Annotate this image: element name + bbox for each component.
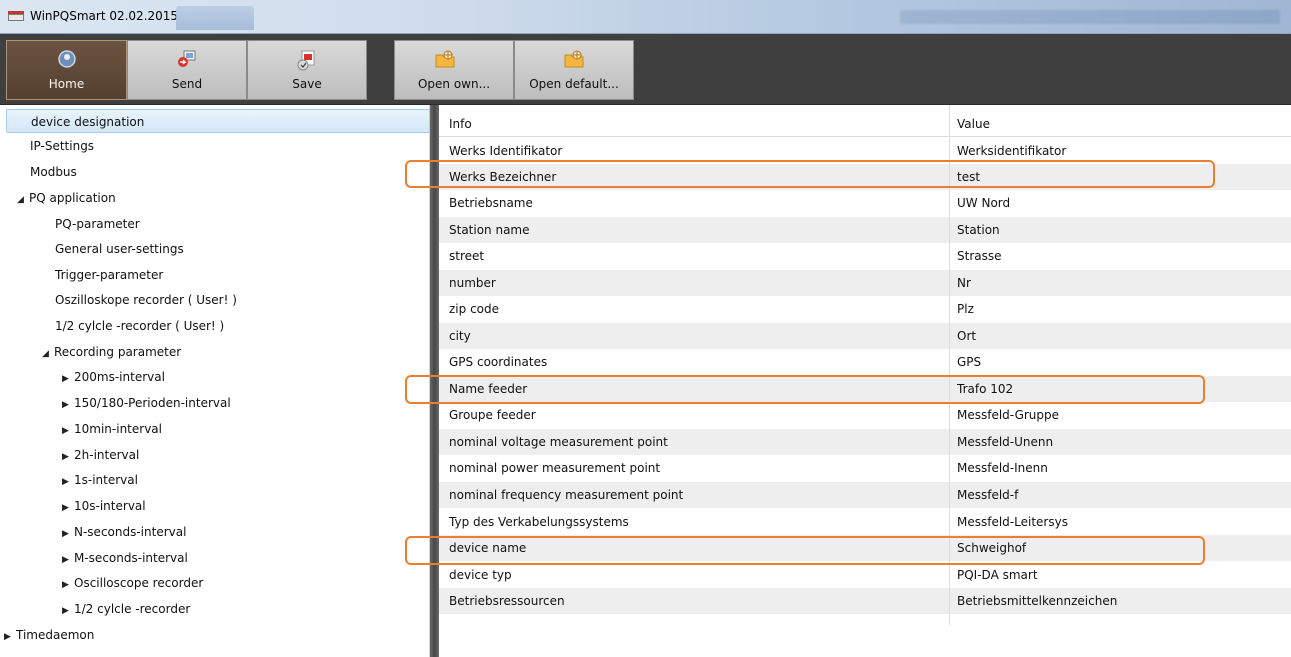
table-row[interactable]: Betriebsressourcen Betriebsmittelkennzeic… — [439, 588, 1291, 614]
collapsed-arrow-icon[interactable]: ▶ — [62, 522, 74, 546]
collapsed-arrow-icon[interactable]: ▶ — [62, 496, 74, 520]
tree-item-device-designation[interactable]: device designation — [6, 109, 430, 133]
collapsed-arrow-icon[interactable]: ▶ — [62, 599, 74, 623]
table-row[interactable]: zip code Plz — [439, 296, 1291, 322]
collapsed-arrow-icon[interactable]: ▶ — [62, 548, 74, 572]
info-grid: Info Value Werks Identifikator Werksident… — [439, 105, 1291, 657]
open-folder-icon — [434, 49, 456, 72]
tree-item-2h-interval[interactable]: ▶ 2h-interval — [62, 443, 139, 467]
collapsed-arrow-icon[interactable]: ▶ — [62, 470, 74, 494]
title-tab[interactable] — [176, 6, 254, 30]
send-icon — [176, 49, 198, 72]
save-button[interactable]: Save — [247, 40, 367, 100]
collapsed-arrow-icon[interactable]: ▶ — [62, 393, 74, 417]
tree-item-10min-interval[interactable]: ▶ 10min-interval — [62, 417, 162, 441]
tree-item-general-user-settings[interactable]: General user-settings — [55, 237, 184, 261]
table-row[interactable]: street Strasse — [439, 243, 1291, 269]
table-row[interactable]: Werks Identifikator Werksidentifikator — [439, 138, 1291, 164]
tree-item-trigger-parameter[interactable]: Trigger-parameter — [55, 263, 163, 287]
tree-item-half-cycle-recorder-user[interactable]: 1/2 cylcle -recorder ( User! ) — [55, 314, 224, 338]
collapsed-arrow-icon[interactable]: ▶ — [62, 445, 74, 469]
tree-item-recording-parameter[interactable]: ◢ Recording parameter — [42, 340, 181, 364]
send-button[interactable]: Send — [127, 40, 247, 100]
title-bar: WinPQSmart 02.02.2015 — [0, 0, 1291, 34]
column-header-info[interactable]: Info — [449, 111, 472, 137]
tree-item-half-cycle-recorder[interactable]: ▶ 1/2 cylcle -recorder — [62, 597, 190, 621]
tree-item-timedaemon[interactable]: ▶ Timedaemon — [4, 623, 94, 647]
table-row[interactable]: number Nr — [439, 270, 1291, 296]
table-row[interactable]: nominal power measurement point Messfeld-… — [439, 455, 1291, 481]
tree-item-150-180-interval[interactable]: ▶ 150/180-Perioden-interval — [62, 391, 231, 415]
tree-item-m-seconds-interval[interactable]: ▶ M-seconds-interval — [62, 546, 188, 570]
tree-item-modbus[interactable]: Modbus — [30, 160, 77, 184]
table-row[interactable]: device typ PQI-DA smart — [439, 562, 1291, 588]
table-row[interactable]: Typ des Verkabelungssystems Messfeld-Leit… — [439, 509, 1291, 535]
home-button[interactable]: Home — [6, 40, 127, 100]
home-icon — [57, 49, 77, 72]
collapsed-arrow-icon[interactable]: ▶ — [4, 625, 16, 649]
table-row[interactable]: GPS coordinates GPS — [439, 349, 1291, 375]
open-folder-icon — [563, 49, 585, 72]
column-header-value[interactable]: Value — [957, 111, 990, 137]
tree-item-pq-application[interactable]: ◢ PQ application — [17, 186, 116, 210]
table-row[interactable]: Betriebsname UW Nord — [439, 190, 1291, 216]
grid-header: Info Value — [439, 111, 1291, 137]
background-window-title — [900, 10, 1280, 24]
table-row[interactable]: device name Schweighof — [439, 535, 1291, 561]
tree-item-oscilloscope-recorder[interactable]: ▶ Oscilloscope recorder — [62, 571, 203, 595]
tree-item-ip-settings[interactable]: IP-Settings — [30, 134, 94, 158]
tree-item-10s-interval[interactable]: ▶ 10s-interval — [62, 494, 146, 518]
toolbar: Home Send Save Open own... Open default.… — [0, 34, 1291, 105]
table-row[interactable]: Name feeder Trafo 102 — [439, 376, 1291, 402]
table-row[interactable]: nominal frequency measurement point Messf… — [439, 482, 1291, 508]
tree-item-pq-parameter[interactable]: PQ-parameter — [55, 212, 140, 236]
window-title: WinPQSmart 02.02.2015 — [30, 9, 179, 23]
table-row[interactable]: Werks Bezeichner test — [439, 164, 1291, 190]
save-icon — [296, 49, 318, 74]
collapsed-arrow-icon[interactable]: ▶ — [62, 367, 74, 391]
table-row[interactable]: nominal voltage measurement point Messfel… — [439, 429, 1291, 455]
settings-tree: device designation IP-Settings Modbus ◢ P… — [0, 105, 430, 657]
column-divider — [949, 105, 950, 625]
open-own-button[interactable]: Open own... — [394, 40, 514, 100]
collapsed-arrow-icon[interactable]: ▶ — [62, 419, 74, 443]
collapsed-arrow-icon[interactable]: ▶ — [62, 573, 74, 597]
tree-item-200ms-interval[interactable]: ▶ 200ms-interval — [62, 365, 165, 389]
app-icon — [8, 11, 24, 21]
table-row[interactable]: city Ort — [439, 323, 1291, 349]
expanded-arrow-icon[interactable]: ◢ — [17, 188, 29, 212]
tree-item-oszilloskope-recorder[interactable]: Oszilloskope recorder ( User! ) — [55, 288, 237, 312]
tree-item-n-seconds-interval[interactable]: ▶ N-seconds-interval — [62, 520, 186, 544]
open-default-button[interactable]: Open default... — [514, 40, 634, 100]
tree-item-1s-interval[interactable]: ▶ 1s-interval — [62, 468, 138, 492]
panel-splitter[interactable] — [430, 105, 439, 657]
table-row[interactable]: Station name Station — [439, 217, 1291, 243]
expanded-arrow-icon[interactable]: ◢ — [42, 342, 54, 366]
table-row[interactable]: Groupe feeder Messfeld-Gruppe — [439, 402, 1291, 428]
